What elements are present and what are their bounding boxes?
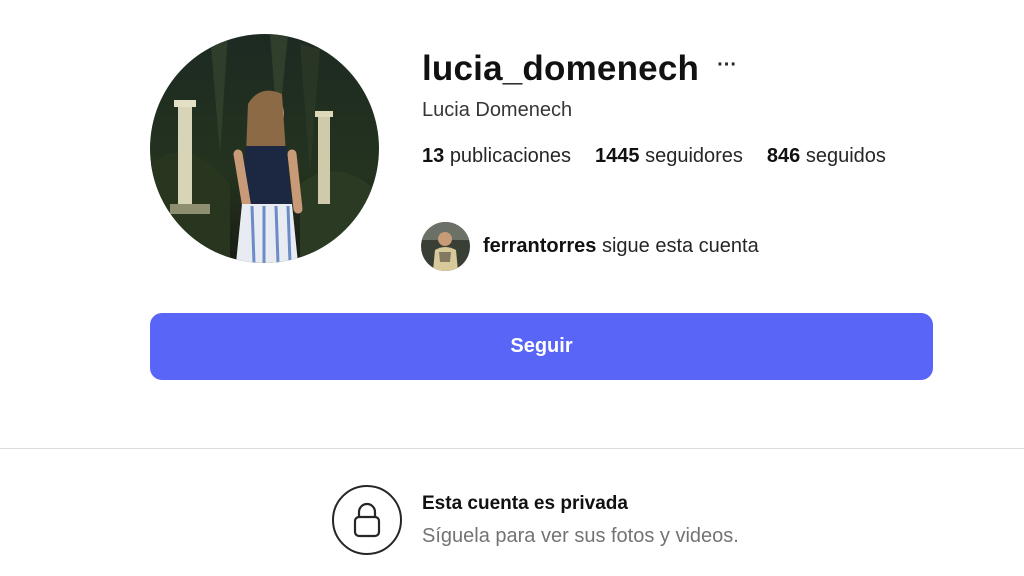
follower-avatar[interactable] (421, 222, 470, 271)
stat-followers-label: seguidores (645, 145, 743, 167)
follower-photo (421, 222, 470, 271)
private-account-notice: Esta cuenta es privada Síguela para ver … (332, 485, 739, 555)
lock-glyph (353, 502, 381, 538)
followed-by-text: ferrantorres sigue esta cuenta (483, 235, 759, 258)
stat-posts: 13 publicaciones (422, 145, 571, 168)
section-divider (0, 448, 1024, 449)
follows-label: sigue esta cuenta (601, 235, 759, 257)
followed-by[interactable]: ferrantorres sigue esta cuenta (421, 222, 759, 271)
profile-full-name: Lucia Domenech (422, 99, 573, 121)
stat-following[interactable]: 846 seguidos (767, 145, 886, 168)
lock-icon (332, 485, 402, 555)
follower-username[interactable]: ferrantorres (483, 235, 596, 257)
stat-posts-label: publicaciones (449, 145, 572, 167)
stat-following-label: seguidos (805, 145, 886, 167)
private-subtitle: Síguela para ver sus fotos y videos. (422, 524, 739, 547)
profile-stats: 13 publicaciones 1445 seguidores 846 seg… (422, 145, 910, 168)
profile-photo (150, 34, 379, 263)
private-text: Esta cuenta es privada Síguela para ver … (422, 493, 739, 548)
stat-followers-count: 1445 (595, 145, 640, 167)
more-options-icon[interactable]: ··· (717, 55, 737, 75)
stat-followers[interactable]: 1445 seguidores (595, 145, 743, 168)
profile-avatar[interactable] (150, 34, 379, 263)
profile-username: lucia_domenech (422, 49, 700, 88)
profile-page: lucia_domenech ··· Lucia Domenech 13 pub… (0, 0, 1024, 576)
username-row: lucia_domenech ··· (422, 46, 737, 92)
stat-following-count: 846 (766, 145, 801, 167)
follow-button[interactable]: Seguir (150, 313, 933, 380)
private-title: Esta cuenta es privada (422, 492, 628, 514)
stat-posts-count: 13 (422, 145, 445, 167)
